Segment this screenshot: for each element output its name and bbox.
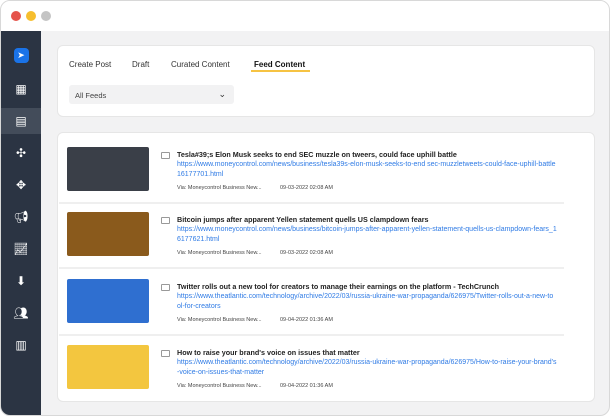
- sidebar: ➤ ▦ ▤ ✣ ✥ 📢︎ 📈︎ ⬇ 👥︎ ▥: [1, 31, 41, 415]
- maximize-button[interactable]: [41, 11, 51, 21]
- chevron-down-icon: ⌄: [218, 89, 226, 99]
- feed-filter-value: All Feeds: [75, 91, 107, 100]
- divider: [59, 334, 564, 336]
- comment-icon[interactable]: [161, 152, 170, 159]
- feed-thumbnail: [67, 279, 149, 323]
- comment-icon[interactable]: [161, 217, 170, 224]
- comment-icon[interactable]: [161, 284, 170, 291]
- feed-date: 09-03-2022 02:08 AM: [280, 250, 333, 256]
- title-bar: [1, 1, 609, 31]
- users-icon[interactable]: 👥︎: [1, 300, 41, 326]
- feed-date: 09-04-2022 01:36 AM: [280, 317, 333, 323]
- feed-thumbnail: [67, 212, 149, 256]
- comment-icon[interactable]: [161, 350, 170, 357]
- feed-item[interactable]: How to raise your brand's voice on issue…: [67, 345, 567, 391]
- feed-title[interactable]: Twitter rolls out a new tool for creator…: [177, 282, 499, 291]
- feed-thumbnail: [67, 345, 149, 389]
- close-button[interactable]: [11, 11, 21, 21]
- feed-source: Via: Moneycontrol Business New...: [177, 250, 262, 256]
- active-tab-indicator: [251, 70, 310, 72]
- analytics-icon[interactable]: 📈︎: [1, 236, 41, 262]
- send-logo-icon[interactable]: ➤: [1, 42, 41, 68]
- dashboard-icon[interactable]: ▦: [1, 76, 41, 102]
- feed-item[interactable]: Bitcoin jumps after apparent Yellen stat…: [67, 212, 567, 258]
- tabs-card: [57, 45, 595, 117]
- feed-item[interactable]: Twitter rolls out a new tool for creator…: [67, 279, 567, 325]
- feed-title[interactable]: How to raise your brand's voice on issue…: [177, 348, 360, 357]
- feed-url-link[interactable]: https://www.moneycontrol.com/news/busine…: [177, 225, 557, 244]
- feed-url-link[interactable]: https://www.theatlantic.com/technology/a…: [177, 358, 557, 377]
- tab-draft[interactable]: Draft: [132, 60, 149, 69]
- feed-date: 09-04-2022 01:36 AM: [280, 383, 333, 389]
- divider: [59, 202, 564, 204]
- feed-date: 09-03-2022 02:08 AM: [280, 185, 333, 191]
- feed-url-link[interactable]: https://www.moneycontrol.com/news/busine…: [177, 160, 557, 179]
- feed-filter-select[interactable]: All Feeds ⌄: [69, 85, 234, 104]
- feed-title[interactable]: Tesla#39;s Elon Musk seeks to end SEC mu…: [177, 150, 457, 159]
- feed-source: Via: Moneycontrol Business New...: [177, 185, 262, 191]
- tab-create-post[interactable]: Create Post: [69, 60, 111, 69]
- divider: [59, 267, 564, 269]
- feed-item[interactable]: Tesla#39;s Elon Musk seeks to end SEC mu…: [67, 147, 567, 193]
- feed-source: Via: Moneycontrol Business New...: [177, 317, 262, 323]
- feed-title[interactable]: Bitcoin jumps after apparent Yellen stat…: [177, 215, 429, 224]
- feed-url-link[interactable]: https://www.theatlantic.com/technology/a…: [177, 292, 557, 311]
- minimize-button[interactable]: [26, 11, 36, 21]
- feed-thumbnail: [67, 147, 149, 191]
- feed-source: Via: Moneycontrol Business New...: [177, 383, 262, 389]
- network-icon[interactable]: ✣: [1, 140, 41, 166]
- app-window: ➤ ▦ ▤ ✣ ✥ 📢︎ 📈︎ ⬇ 👥︎ ▥ Create Post Draft…: [0, 0, 610, 416]
- posts-icon[interactable]: ▤: [1, 108, 41, 134]
- inbox-icon[interactable]: ⬇: [1, 268, 41, 294]
- tab-feed-content[interactable]: Feed Content: [254, 60, 305, 69]
- tab-curated-content[interactable]: Curated Content: [171, 60, 230, 69]
- library-icon[interactable]: ▥: [1, 332, 41, 358]
- megaphone-icon[interactable]: 📢︎: [1, 204, 41, 230]
- move-icon[interactable]: ✥: [1, 172, 41, 198]
